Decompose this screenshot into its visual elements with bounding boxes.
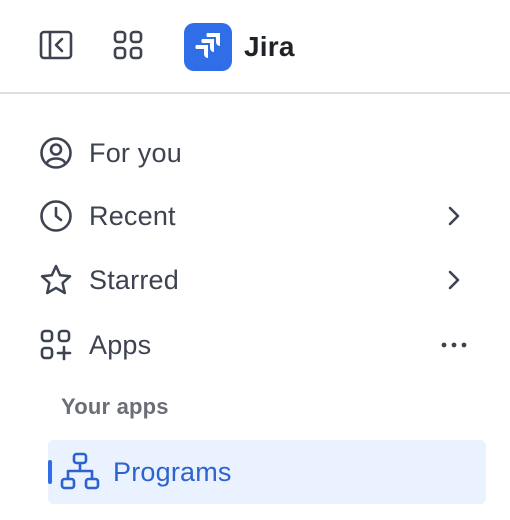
nav-item-recent[interactable]: Recent: [28, 190, 482, 242]
nav-item-apps[interactable]: Apps: [28, 319, 482, 371]
nav-item-label: Starred: [89, 264, 179, 295]
app-title[interactable]: Jira: [244, 28, 295, 66]
apps-add-icon: [28, 319, 84, 371]
app-grid-icon: [113, 30, 143, 65]
nav-item-label: For you: [89, 137, 182, 168]
nav-item-label: Programs: [113, 457, 232, 487]
selected-indicator: [48, 460, 52, 484]
nav-item-starred[interactable]: Starred: [28, 254, 482, 306]
app-switcher-button[interactable]: [106, 25, 150, 69]
chevron-right-icon[interactable]: [438, 190, 470, 242]
more-dots-icon[interactable]: [438, 319, 470, 371]
sidebar-collapse-button[interactable]: [34, 25, 78, 69]
hierarchy-icon: [58, 450, 102, 494]
star-icon: [28, 254, 84, 306]
jira-logo[interactable]: [184, 23, 232, 71]
user-circle-icon: [28, 127, 84, 179]
clock-icon: [28, 190, 84, 242]
jira-logo-icon: [193, 30, 223, 65]
sidebar-collapse-icon: [39, 30, 73, 65]
nav-item-label: Apps: [89, 329, 152, 360]
nav-item-for-you[interactable]: For you: [28, 127, 482, 179]
nav-item-label: Recent: [89, 200, 176, 231]
chevron-right-icon[interactable]: [438, 254, 470, 306]
section-heading-your-apps: Your apps: [61, 394, 169, 419]
top-nav-header: Jira: [0, 0, 510, 94]
